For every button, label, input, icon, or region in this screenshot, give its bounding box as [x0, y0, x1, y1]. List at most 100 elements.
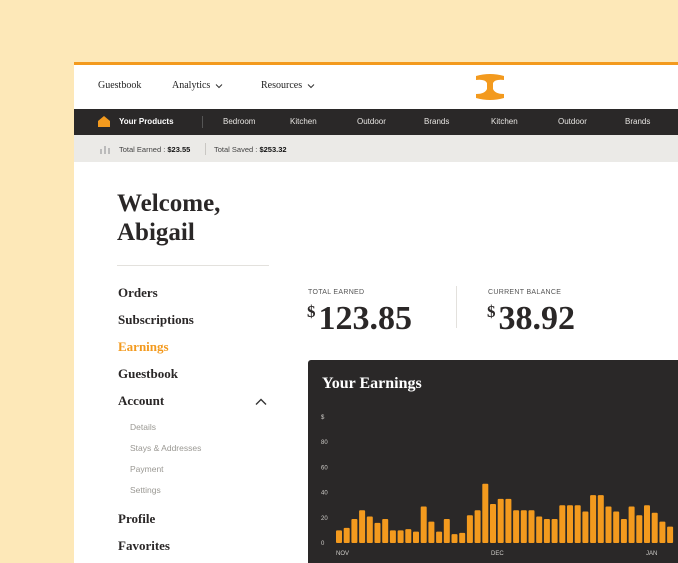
nav-guestbook[interactable]: Guestbook [98, 80, 141, 91]
x-tick-label: NOV [336, 551, 349, 557]
category-kitchen[interactable]: Kitchen [290, 117, 317, 126]
chart-bar[interactable] [551, 519, 558, 543]
chart-bar[interactable] [374, 522, 381, 543]
chevron-down-icon [307, 83, 315, 88]
chart-bar[interactable] [490, 503, 496, 543]
welcome-line: Welcome, [117, 190, 221, 217]
chart-bar[interactable] [428, 521, 435, 543]
chart-bar[interactable] [620, 519, 627, 543]
chart-bar[interactable] [567, 505, 573, 543]
chart-bar[interactable] [389, 530, 396, 543]
house-icon [98, 116, 110, 127]
chart-bar[interactable] [359, 510, 366, 543]
sidebar-item-guestbook[interactable]: Guestbook [118, 366, 178, 382]
current-balance-value: $38.92 [487, 302, 575, 336]
chart-bar[interactable] [474, 510, 481, 543]
category-brands-2[interactable]: Brands [625, 117, 650, 126]
chart-bar[interactable] [397, 530, 404, 543]
chart-bar[interactable] [513, 510, 520, 543]
category-outdoor-2[interactable]: Outdoor [558, 117, 587, 126]
category-outdoor[interactable]: Outdoor [357, 117, 386, 126]
sidebar-subitem-settings[interactable]: Settings [130, 485, 161, 495]
chart-bar[interactable] [543, 519, 550, 543]
stat-total-earned-value: $23.55 [167, 145, 191, 154]
chart-bar[interactable] [459, 532, 466, 543]
chart-bar[interactable] [636, 515, 643, 543]
brand-logo-icon[interactable] [474, 73, 506, 101]
chart-bar[interactable] [343, 527, 350, 543]
chart-bar[interactable] [466, 515, 473, 543]
your-products-link[interactable]: Your Products [119, 117, 174, 126]
chart-bar[interactable] [628, 506, 635, 543]
chart-bar[interactable] [351, 519, 358, 543]
x-tick-label: DEC [491, 551, 504, 557]
sidebar-item-profile[interactable]: Profile [118, 511, 155, 527]
chart-bar[interactable] [382, 519, 389, 543]
current-balance-label: CURRENT BALANCE [488, 289, 562, 296]
chart-bar[interactable] [613, 511, 620, 544]
chart-bar[interactable] [582, 511, 589, 544]
divider [117, 265, 269, 266]
category-brands[interactable]: Brands [424, 117, 449, 126]
chevron-up-icon[interactable] [255, 398, 267, 406]
chart-bar[interactable] [574, 505, 581, 543]
chart-bar[interactable] [420, 506, 427, 543]
chart-bar[interactable] [536, 516, 543, 543]
category-bedroom[interactable]: Bedroom [223, 117, 255, 126]
chart-bar[interactable] [366, 516, 373, 543]
sidebar-item-favorites[interactable]: Favorites [118, 538, 170, 554]
y-tick-label: 0 [321, 541, 325, 547]
divider [202, 116, 203, 128]
earnings-chart: $0 20 40 60 80 NOV DEC JAN [321, 415, 674, 557]
chart-bar[interactable] [451, 534, 458, 543]
top-nav: Guestbook Analytics Resources [74, 65, 678, 109]
app-window: Guestbook Analytics Resources Your Produ… [74, 62, 678, 563]
nav-resources[interactable]: Resources [261, 80, 315, 91]
stat-total-earned: Total Earned : $23.55 [119, 145, 190, 154]
chart-bar[interactable] [436, 531, 443, 543]
chart-bar[interactable] [559, 505, 566, 543]
currency-symbol: $ [307, 302, 316, 321]
chart-bar[interactable] [659, 521, 666, 543]
sidebar-item-orders[interactable]: Orders [118, 285, 158, 301]
stat-total-saved-label: Total Saved : [214, 145, 258, 154]
chart-bar[interactable] [405, 529, 412, 543]
chart-bar[interactable] [644, 505, 650, 543]
category-bar: Your Products Bedroom Kitchen Outdoor Br… [74, 109, 678, 135]
divider [205, 143, 206, 155]
chart-bar[interactable] [443, 519, 450, 543]
chart-bar[interactable] [667, 526, 674, 543]
total-earned-label: TOTAL EARNED [308, 289, 365, 296]
sidebar-subitem-payment[interactable]: Payment [130, 464, 164, 474]
chart-bar[interactable] [505, 498, 512, 543]
category-kitchen-2[interactable]: Kitchen [491, 117, 518, 126]
chart-bar[interactable] [520, 510, 527, 543]
stat-total-saved-value: $253.32 [259, 145, 287, 154]
divider [456, 286, 457, 328]
chart-bar[interactable] [413, 531, 419, 543]
y-tick-label: 60 [321, 465, 328, 471]
y-tick-label: 20 [321, 516, 328, 522]
chart-bar[interactable] [651, 512, 658, 543]
stat-total-earned-label: Total Earned : [119, 145, 166, 154]
chart-bar[interactable] [528, 510, 535, 543]
currency-symbol: $ [487, 302, 496, 321]
sidebar-item-subscriptions[interactable]: Subscriptions [118, 312, 194, 328]
x-tick-label: JAN [646, 551, 657, 557]
sidebar-subitem-stays-addresses[interactable]: Stays & Addresses [130, 443, 201, 453]
chart-bar[interactable] [336, 530, 342, 543]
y-tick-label: 80 [321, 440, 328, 446]
chart-bar[interactable] [497, 498, 504, 543]
chart-bar[interactable] [482, 483, 489, 543]
sidebar-item-account[interactable]: Account [118, 393, 164, 409]
nav-analytics-label: Analytics [172, 80, 211, 91]
y-axis-unit-label: $ [321, 415, 325, 421]
sidebar-subitem-details[interactable]: Details [130, 422, 156, 432]
chart-bar[interactable] [605, 506, 612, 543]
chart-bar[interactable] [590, 495, 597, 543]
chart-bar[interactable] [597, 495, 604, 543]
nav-resources-label: Resources [261, 80, 303, 91]
nav-analytics[interactable]: Analytics [172, 80, 223, 91]
y-tick-label: 40 [321, 491, 328, 497]
sidebar-item-earnings[interactable]: Earnings [118, 339, 169, 355]
